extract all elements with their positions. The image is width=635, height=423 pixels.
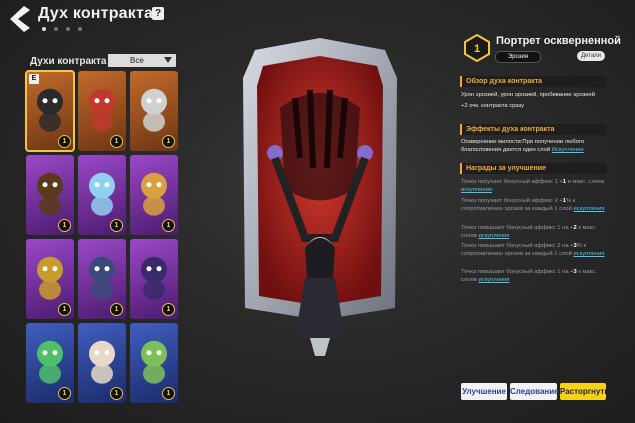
redemption-link[interactable]: искупления [574,206,605,212]
help-button[interactable]: ? [152,7,164,20]
spirit-level-badge: 1 [58,135,71,148]
spirit-portrait [89,340,115,384]
overview-line: Урон эрозией, урон эрозией, пробивание э… [461,92,595,98]
redemption-link[interactable]: Искупление [552,147,584,153]
spirit-portrait [37,340,63,384]
reward-item: Точка получает бонусный аффикс 2 +1% к с… [461,197,606,213]
filter-dropdown[interactable]: Все [108,54,176,67]
spirit-portrait [89,172,115,216]
spirit-card[interactable]: 1 [78,71,126,151]
spirit-level-badge: 1 [162,303,175,316]
spirit-level-badge: 1 [110,387,123,400]
spirit-level-badge: 1 [58,387,71,400]
spirit-card[interactable]: 1 [78,323,126,403]
spirit-level-badge: 1 [110,219,123,232]
back-arrow-icon[interactable] [6,4,32,34]
spirit-card[interactable]: 1 [26,323,74,403]
filter-value: Все [130,56,144,65]
chevron-down-icon [164,57,172,63]
page-dot [42,27,46,31]
spirit-card[interactable]: 1 [26,239,74,319]
spirit-portrait [141,340,167,384]
spirit-level-badge: 1 [110,135,123,148]
spirit-level-badge: 1 [162,219,175,232]
overview-line: +2 очк. контракта сразу [461,103,525,109]
details-button[interactable]: Детали [577,51,605,61]
spirit-level-badge: 1 [58,219,71,232]
spirit-card[interactable]: 1 [130,323,178,403]
reward-item: Точка повышает бонусный аффикс 2 на +3% … [461,242,606,258]
overview-heading: Обзор духа контракта [460,76,606,87]
effects-heading: Эффекты духа контракта [460,124,606,135]
effects-text: Осквернение милости:При получении любого… [461,138,606,154]
upgrade-button[interactable]: Улучшение [461,383,507,400]
spirit-card[interactable]: E1 [25,70,75,152]
spirit-level-badge: 1 [162,135,175,148]
spirit-level-icon: 1 [464,34,490,62]
reward-text: Точка повышает бонусный аффикс 1 на + [461,269,574,275]
spirit-level: 1 [474,43,480,55]
reward-item: Точка повышает бонусный аффикс 1 на +3 к… [461,268,606,284]
spirit-card[interactable]: 1 [130,71,178,151]
overview-text: Урон эрозией, урон эрозией, пробивание э… [461,91,606,110]
rewards-heading: Награды за улучшение [460,163,606,174]
spirit-portrait [141,88,167,132]
spirit-portrait [37,88,63,132]
page-dot [78,27,82,31]
spirit-name: Портрет оскверненной [496,35,621,47]
equipped-tag: E [29,74,39,84]
spirit-card[interactable]: 1 [78,155,126,235]
reward-text: Точка получает бонусный аффикс 2 + [461,198,563,204]
page-indicator [42,27,82,31]
redemption-link[interactable]: искупления [478,277,509,283]
follow-button[interactable]: Следование [510,383,559,400]
spirit-portrait [141,172,167,216]
reward-text: Точка повышает бонусный аффикс 2 на + [461,243,574,249]
spirit-grid: E111111111111 [25,70,178,403]
spirits-list-label: Духи контракта [30,56,107,67]
spirit-portrait [89,256,115,300]
spirit-card[interactable]: 1 [130,239,178,319]
element-chip: Эрозия [495,51,541,63]
disband-button[interactable]: Расторгнуть [560,383,609,400]
spirit-portrait [89,88,115,132]
redemption-link[interactable]: искупления [461,187,492,193]
spirit-portrait [37,256,63,300]
reward-text: Точка получает бонусный аффикс 1 + [461,179,563,185]
spirit-portrait [141,256,167,300]
redemption-link[interactable]: искупления [574,251,605,257]
reward-item: Точка повышает бонусный аффикс 1 на +2 к… [461,224,606,240]
spirit-card[interactable]: 1 [78,239,126,319]
reward-item: Точка получает бонусный аффикс 1 +1 и ма… [461,178,606,194]
page-dot [66,27,70,31]
page-title: Дух контракта [38,5,154,22]
page-dot [54,27,58,31]
spirit-card[interactable]: 1 [26,155,74,235]
spirit-portrait [37,172,63,216]
spirit-level-badge: 1 [162,387,175,400]
spirit-level-badge: 1 [110,303,123,316]
redemption-link[interactable]: искупления [478,233,509,239]
spirit-portrait-art [243,38,397,356]
spirit-level-badge: 1 [58,303,71,316]
reward-text: Точка повышает бонусный аффикс 1 на + [461,225,574,231]
spirit-card[interactable]: 1 [130,155,178,235]
reward-text: и макс. слоев [566,179,605,185]
